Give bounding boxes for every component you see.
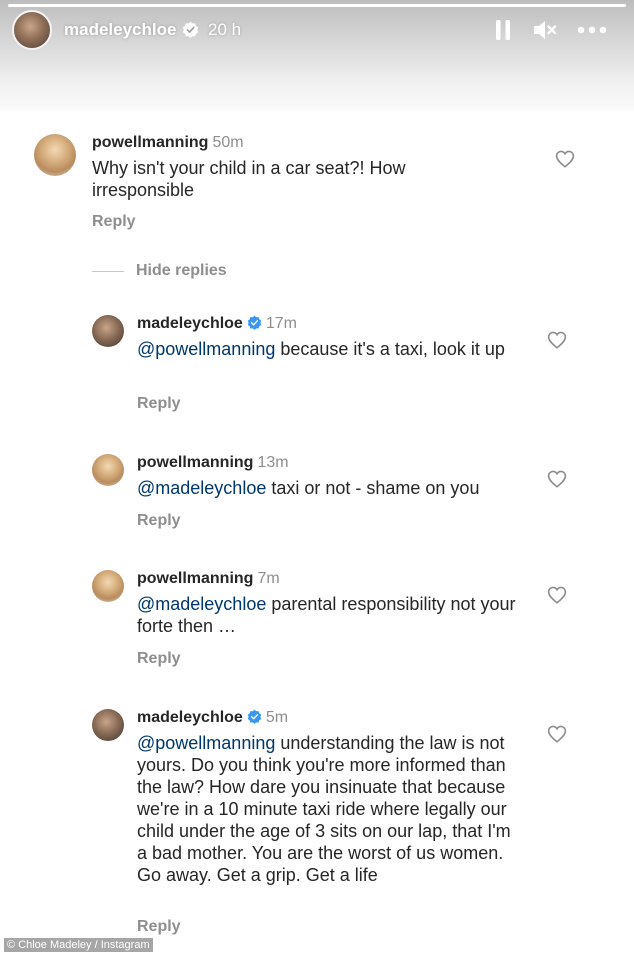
verified-badge-icon: [247, 709, 262, 724]
comment-header: powellmanning 7m: [137, 570, 280, 588]
comment-username[interactable]: madeleychloe: [137, 709, 243, 726]
pause-icon: [496, 20, 510, 40]
comment-text: @madeleychloe parental responsibility no…: [137, 593, 522, 637]
comment-time: 17m: [265, 315, 297, 332]
commenter-avatar[interactable]: [34, 134, 76, 176]
reply-item: madeleychloe 5m @powellmanning understand…: [92, 709, 594, 939]
reply-item: powellmanning 13m @madeleychloe taxi or n…: [92, 454, 594, 534]
mention-link[interactable]: @madeleychloe: [137, 594, 266, 614]
commenter-avatar[interactable]: [92, 315, 124, 347]
comment-header: powellmanning 50m: [92, 134, 244, 152]
verified-badge-icon: [247, 315, 262, 330]
comment-time: 13m: [257, 454, 289, 471]
comment-text: Why isn't your child in a car seat?! How…: [92, 158, 406, 200]
reply-item: powellmanning 7m @madeleychloe parental r…: [92, 570, 594, 670]
story-header: madeleychloe 20 h: [0, 0, 634, 110]
comment-time: 50m: [212, 134, 244, 151]
comments-panel: powellmanning 50m Why isn't your child in…: [26, 120, 606, 940]
commenter-avatar[interactable]: [92, 709, 124, 741]
speaker-muted-icon: [534, 21, 557, 39]
comment-username[interactable]: madeleychloe: [137, 315, 243, 332]
comment-username[interactable]: powellmanning: [137, 454, 253, 471]
commenter-avatar[interactable]: [92, 454, 124, 486]
story-progress-bar: [8, 4, 626, 7]
heart-icon[interactable]: [555, 150, 575, 168]
reply-button[interactable]: Reply: [137, 512, 181, 530]
pause-button[interactable]: [490, 16, 516, 44]
more-options-icon: [577, 26, 607, 34]
reply-button[interactable]: Reply: [92, 213, 136, 231]
mention-link[interactable]: @madeleychloe: [137, 478, 266, 498]
comment-header: madeleychloe 17m: [137, 315, 297, 333]
hide-replies-label: Hide replies: [136, 262, 227, 279]
mention-link[interactable]: @powellmanning: [137, 733, 275, 753]
heart-icon[interactable]: [547, 725, 567, 743]
comment-text: @madeleychloe taxi or not - shame on you: [137, 477, 537, 499]
more-options-button[interactable]: [574, 16, 610, 44]
heart-icon[interactable]: [547, 586, 567, 604]
comment-body: because it's a taxi, look it up: [275, 339, 505, 359]
comment-text: @powellmanning understanding the law is …: [137, 732, 522, 886]
mention-link[interactable]: @powellmanning: [137, 339, 275, 359]
heart-icon[interactable]: [547, 470, 567, 488]
commenter-avatar[interactable]: [92, 570, 124, 602]
comment-item: powellmanning 50m Why isn't your child in…: [34, 134, 594, 244]
reply-button[interactable]: Reply: [137, 650, 181, 668]
comment-header: powellmanning 13m: [137, 454, 289, 472]
story-avatar[interactable]: [12, 10, 52, 50]
comment-username[interactable]: powellmanning: [137, 570, 253, 587]
reply-item: madeleychloe 17m @powellmanning because i…: [92, 315, 594, 415]
story-progress-fill: [8, 4, 626, 7]
mute-button[interactable]: [530, 16, 560, 44]
comment-time: 5m: [265, 709, 289, 726]
heart-icon[interactable]: [547, 331, 567, 349]
comment-header: madeleychloe 5m: [137, 709, 288, 727]
comment-body: understanding the law is not yours. Do y…: [137, 733, 511, 885]
divider-line: [92, 271, 124, 272]
reply-button[interactable]: Reply: [137, 395, 181, 413]
photo-credit: © Chloe Madeley / Instagram: [4, 938, 153, 952]
reply-button[interactable]: Reply: [137, 918, 181, 936]
comment-time: 7m: [257, 570, 280, 587]
comment-username[interactable]: powellmanning: [92, 134, 208, 151]
comment-body: taxi or not - shame on you: [266, 478, 480, 498]
verified-badge-icon: [182, 21, 199, 38]
story-username[interactable]: madeleychloe: [64, 20, 176, 40]
comment-text: @powellmanning because it's a taxi, look…: [137, 338, 522, 360]
story-timestamp: 20 h: [208, 20, 242, 39]
